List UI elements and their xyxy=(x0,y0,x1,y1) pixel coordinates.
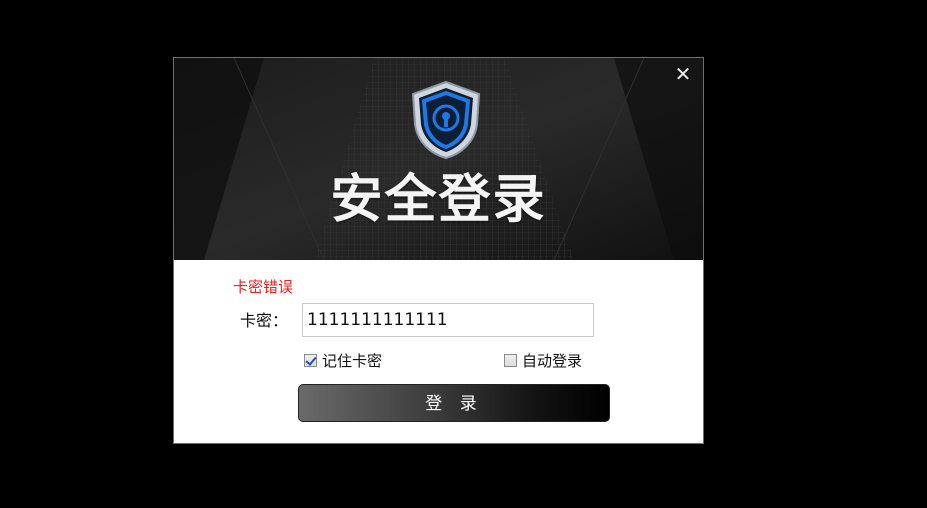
error-message: 卡密错误 xyxy=(233,278,294,296)
shield-lock-icon xyxy=(411,80,481,160)
auto-login-label: 自动登录 xyxy=(522,351,583,370)
remember-card-checkbox[interactable]: 记住卡密 xyxy=(304,350,382,370)
login-dialog: ✕ 安全登录 卡密错误 卡密： 记住卡密 自动登录 登 录 xyxy=(173,57,704,444)
close-button[interactable]: ✕ xyxy=(673,64,693,84)
remember-card-label: 记住卡密 xyxy=(322,351,383,370)
checkbox-unchecked-icon[interactable] xyxy=(504,353,517,367)
login-banner: ✕ 安全登录 xyxy=(174,58,703,260)
login-button[interactable]: 登 录 xyxy=(298,384,610,422)
card-key-input[interactable] xyxy=(302,303,594,337)
close-icon: ✕ xyxy=(674,62,692,86)
auto-login-checkbox[interactable]: 自动登录 xyxy=(504,350,582,370)
card-key-label: 卡密： xyxy=(240,311,289,330)
banner-title: 安全登录 xyxy=(330,170,547,230)
checkbox-checked-icon[interactable] xyxy=(304,353,317,367)
